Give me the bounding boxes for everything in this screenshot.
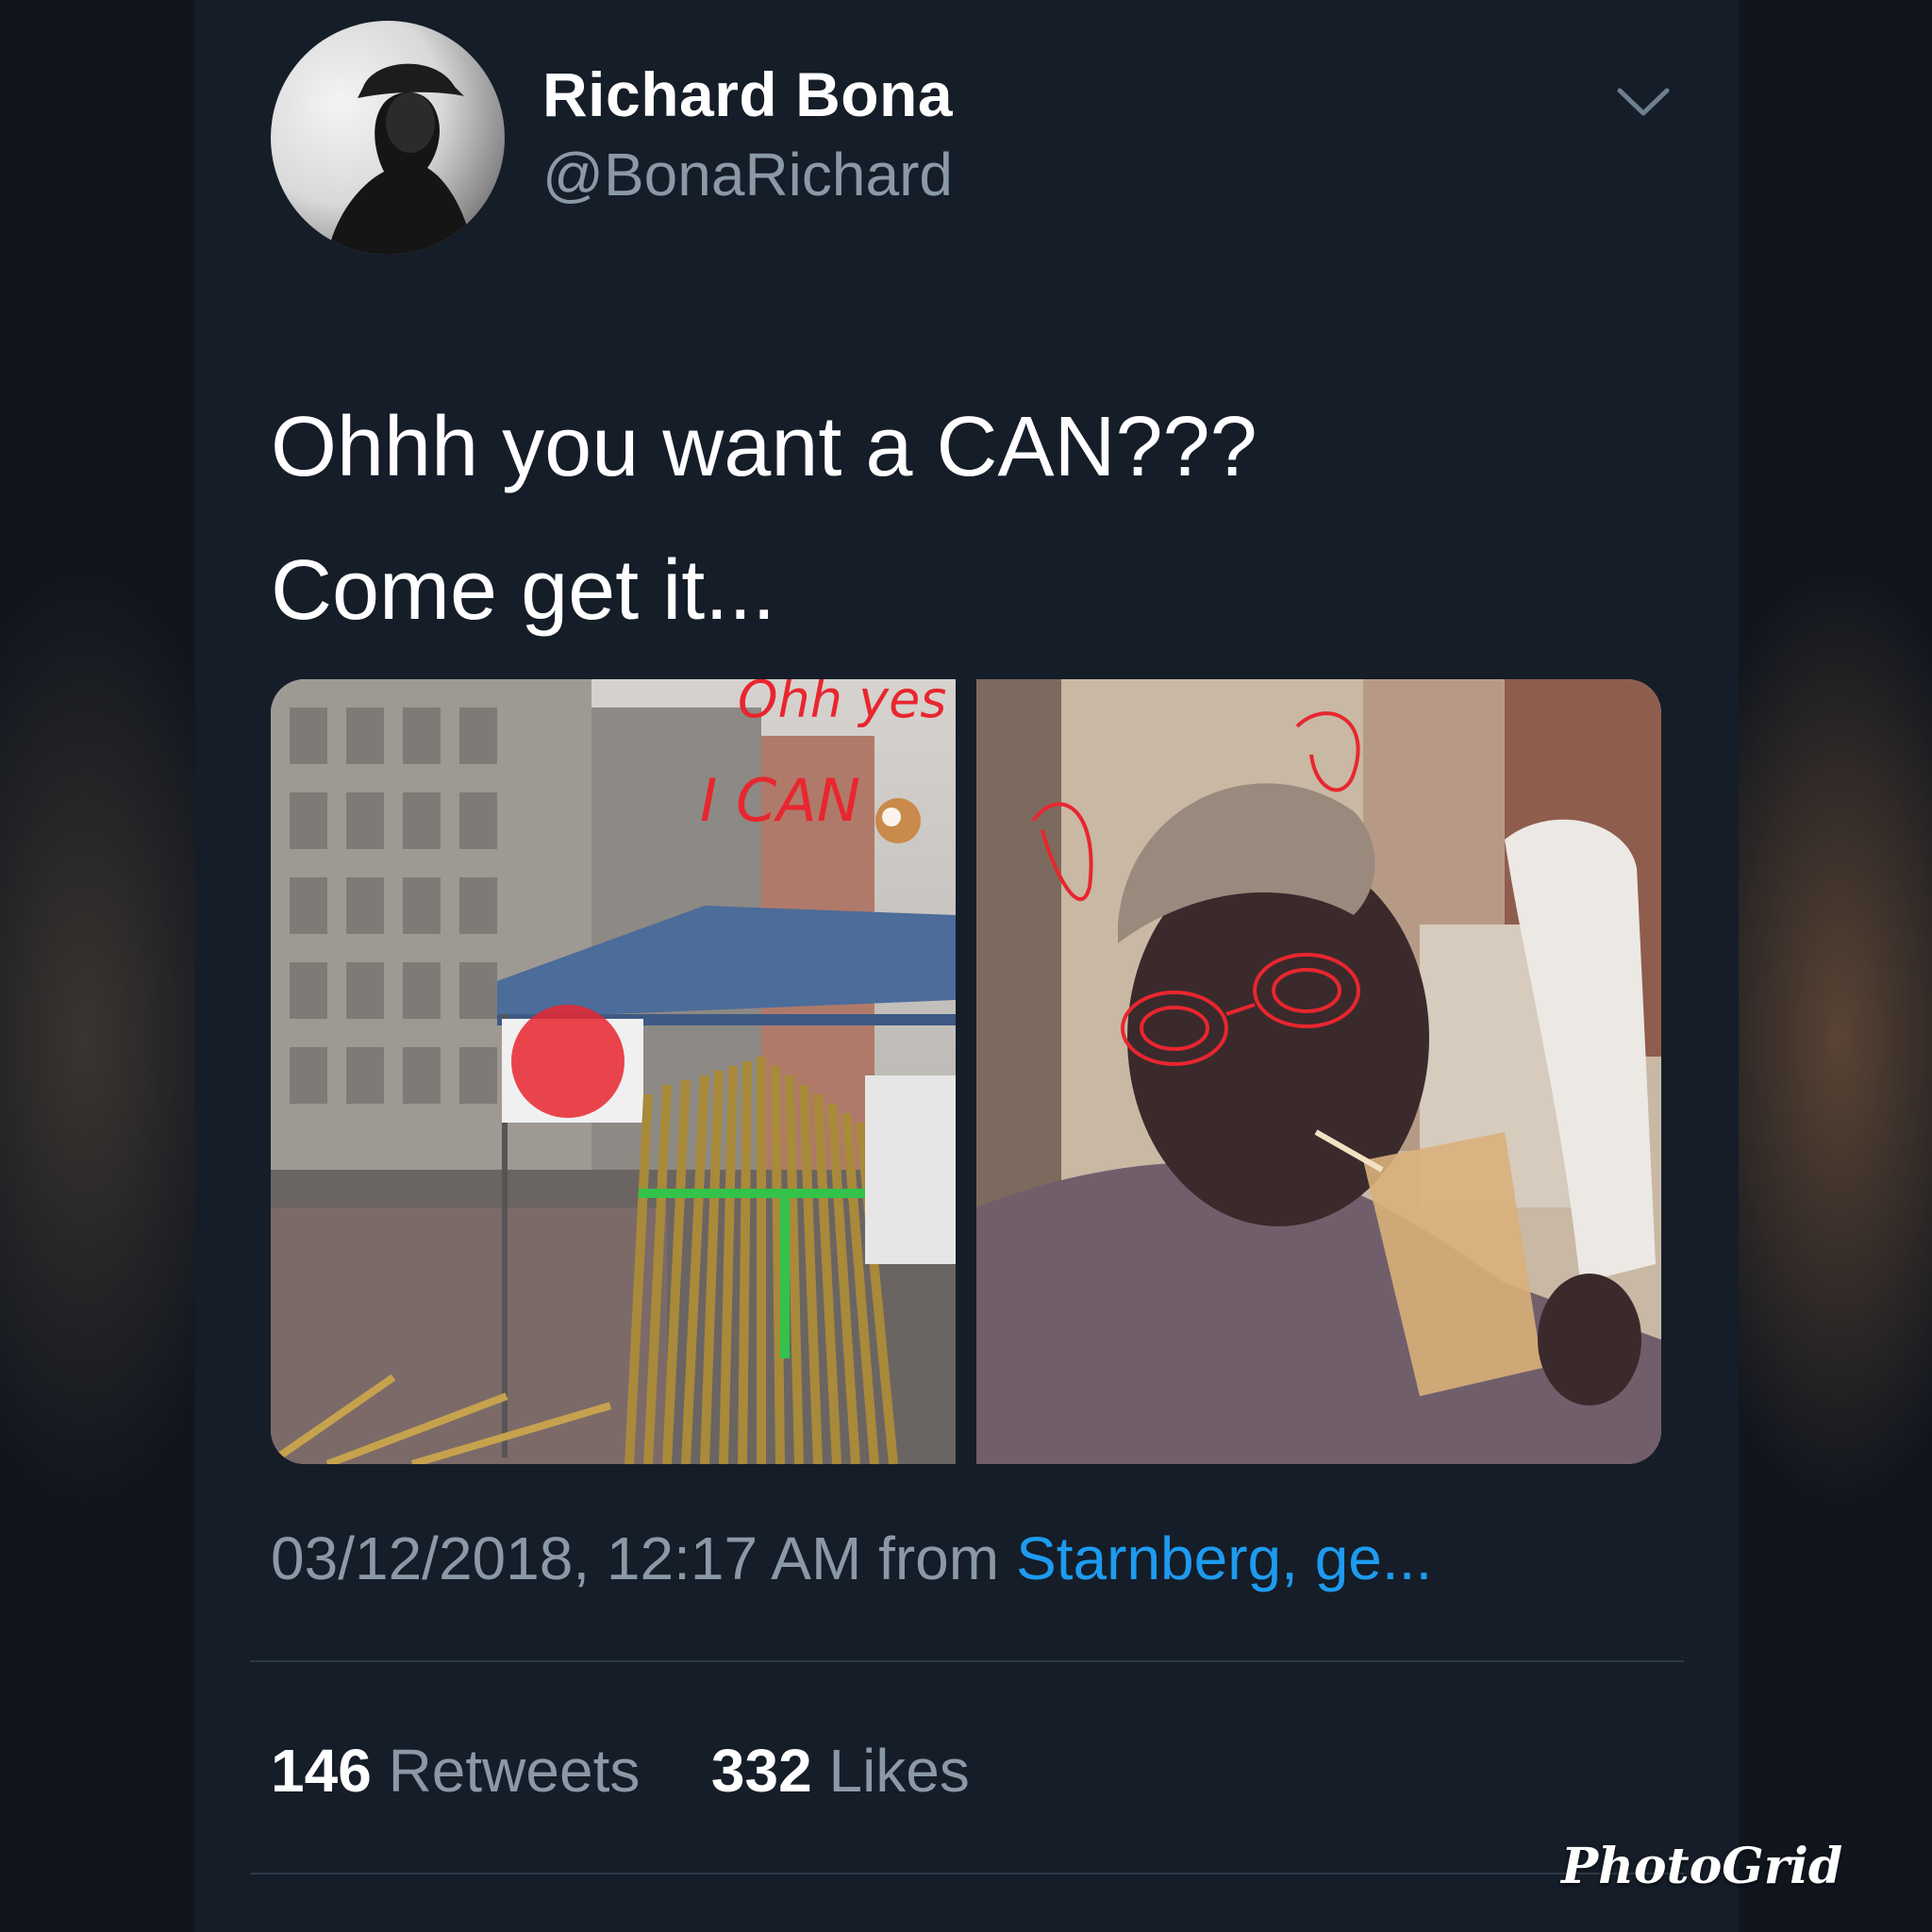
avatar-photo bbox=[327, 63, 474, 255]
chevron-down-icon[interactable] bbox=[1616, 83, 1671, 121]
likes-label[interactable]: Likes bbox=[828, 1737, 969, 1805]
tweet-text-line: Ohhh you want a CAN??? bbox=[271, 400, 1257, 494]
media-image-selfie[interactable] bbox=[976, 679, 1661, 1464]
divider bbox=[250, 1660, 1684, 1662]
likes-count[interactable]: 332 bbox=[711, 1737, 812, 1805]
tweet-text: Ohhh you want a CAN??? Come get it... bbox=[271, 375, 1257, 662]
tweet-metadata: 03/12/2018, 12:17 AM from Starnberg, ge..… bbox=[271, 1524, 1432, 1593]
retweets-count[interactable]: 146 bbox=[271, 1737, 372, 1805]
photogrid-watermark: PhotoGrid bbox=[1561, 1838, 1843, 1895]
overlay-text-ohh-yes: Ohh yes bbox=[738, 679, 946, 729]
tweet-text-line: Come get it... bbox=[271, 543, 776, 638]
display-name[interactable]: Richard Bona bbox=[542, 58, 953, 130]
tweet-timestamp: 03/12/2018, 12:17 AM from bbox=[271, 1524, 1000, 1592]
location-link[interactable]: Starnberg, ge... bbox=[1016, 1524, 1432, 1592]
selfie-photo bbox=[976, 679, 1661, 1464]
avatar[interactable] bbox=[271, 21, 505, 255]
ok-hand-emoji-icon bbox=[875, 798, 921, 843]
tweet-stats: 146 Retweets 332 Likes bbox=[271, 1736, 970, 1806]
overlay-text-i-can: I CAN bbox=[700, 766, 860, 835]
divider bbox=[250, 1873, 1684, 1874]
retweets-label[interactable]: Retweets bbox=[389, 1737, 641, 1805]
media-image-sugarcane-stand[interactable]: Ohh yes I CAN bbox=[271, 679, 956, 1464]
sugarcane-stand-photo: Ohh yes I CAN bbox=[271, 679, 956, 1464]
user-handle[interactable]: @BonaRichard bbox=[542, 140, 953, 209]
